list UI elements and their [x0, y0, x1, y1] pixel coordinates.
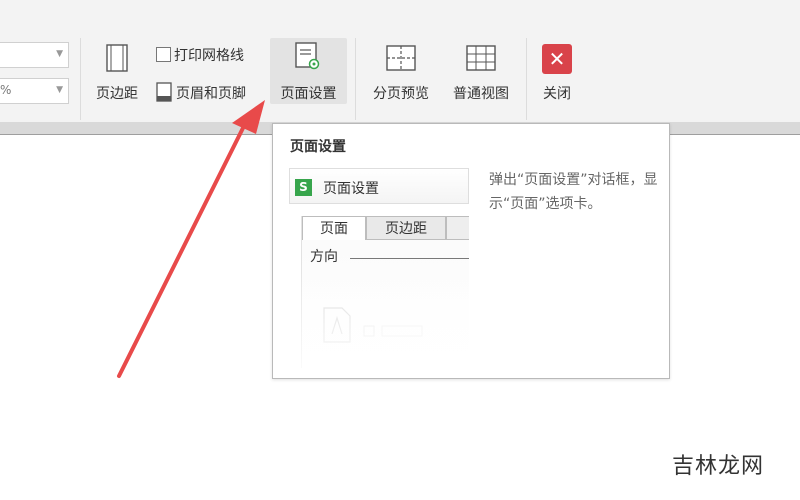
annotation-arrow-icon — [117, 100, 265, 378]
watermark: 吉林龙网 — [671, 454, 764, 479]
